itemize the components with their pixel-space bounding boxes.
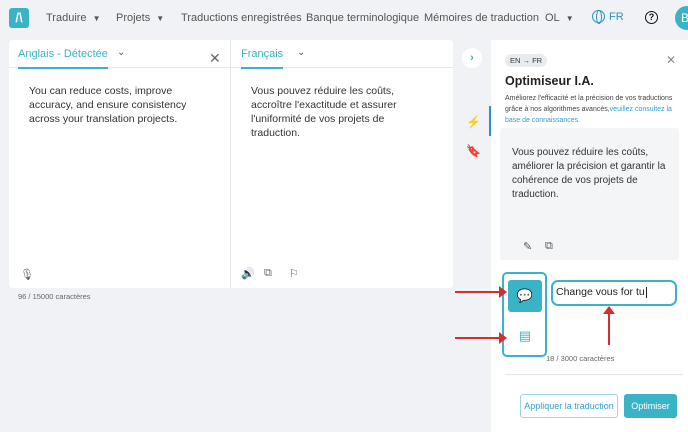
instruction-char-count: 18 / 3000 caractères (546, 354, 615, 363)
annotation-arrow (455, 286, 507, 298)
top-navigation: /\ Traduire ▼ Projets ▼ Traductions enregi… (0, 0, 688, 36)
avatar[interactable]: B (675, 6, 688, 30)
target-pane-header: Français ⌄ (231, 40, 453, 69)
optimized-result: Vous pouvez réduire les coûts, améliorer… (500, 128, 679, 260)
edit-icon[interactable]: ✎ (523, 240, 532, 253)
target-language-tab[interactable]: Français (241, 48, 284, 69)
side-rail: › ⚡ 🔖 (454, 40, 491, 432)
text-caret (645, 286, 647, 298)
interface-language-label: FR (609, 10, 624, 23)
globe-icon (592, 10, 605, 24)
glossary-list-icon[interactable]: ▤ (508, 320, 542, 352)
bookmark-add-icon[interactable]: ⚐ (289, 267, 299, 280)
nav-label: Projets (116, 12, 151, 24)
apply-translation-button[interactable]: Appliquer la traduction (520, 394, 618, 418)
annotation-arrow (603, 306, 615, 345)
nav-saved-translations[interactable]: Traductions enregistrées (181, 12, 302, 24)
optimizer-mode-tools: 💬 ▤ (502, 272, 547, 357)
chevron-down-icon: ▼ (565, 14, 574, 23)
annotation-arrow (455, 332, 507, 344)
nav-label: Traduire (46, 12, 87, 24)
divider (505, 374, 683, 375)
nav-term-bank[interactable]: Banque terminologique (306, 12, 419, 24)
translation-panels: Anglais - Détectée ⌄ ✕ You can reduce co… (9, 40, 453, 288)
chevron-down-icon: ▼ (156, 14, 165, 23)
clear-source-icon[interactable]: ✕ (209, 50, 221, 67)
instruction-value: Change vous for tu (556, 286, 645, 298)
source-text[interactable]: You can reduce costs, improve accuracy, … (29, 84, 204, 126)
nav-projets[interactable]: Projets ▼ (116, 12, 164, 24)
nav-translation-memories[interactable]: Mémoires de traduction (424, 12, 539, 24)
chevron-down-icon: ▼ (92, 14, 101, 23)
optimizer-title: Optimiseur I.A. (505, 74, 594, 88)
chat-instruction-icon[interactable]: 💬 (508, 280, 542, 312)
optimizer-description: Améliorez l'efficacité et la précision d… (505, 93, 685, 126)
interface-language-button[interactable]: FR (592, 10, 624, 24)
source-char-count: 96 / 15000 caractères (18, 292, 91, 301)
bookmark-icon[interactable]: 🔖 (466, 144, 481, 158)
speaker-icon[interactable]: 🔊 (241, 267, 255, 280)
target-pane: Français ⌄ Vous pouvez réduire les coûts… (231, 40, 453, 288)
nav-ol[interactable]: OL ▼ (545, 12, 574, 24)
instruction-input[interactable]: Change vous for tu (551, 280, 677, 306)
target-text: Vous pouvez réduire les coûts, accroître… (251, 85, 397, 139)
lightning-icon[interactable]: ⚡ (466, 115, 481, 129)
optimized-text: Vous pouvez réduire les coûts, améliorer… (512, 147, 666, 200)
source-pane-header: Anglais - Détectée ⌄ (9, 40, 230, 69)
collapse-panel-button[interactable]: › (462, 48, 482, 68)
microphone-icon[interactable]: 🎙 (20, 268, 34, 281)
optimize-button[interactable]: Optimiser (624, 394, 677, 418)
nav-label: OL (545, 12, 560, 24)
copy-icon[interactable]: ⧉ (545, 240, 553, 253)
close-icon[interactable]: ✕ (666, 53, 676, 67)
app-logo[interactable]: /\ (9, 8, 29, 28)
chevron-down-icon[interactable]: ⌄ (117, 47, 125, 58)
language-direction-badge: EN → FR (505, 54, 548, 67)
help-icon[interactable]: ? (645, 11, 658, 24)
nav-traduire[interactable]: Traduire ▼ (46, 12, 100, 24)
chevron-down-icon[interactable]: ⌄ (297, 47, 305, 58)
source-language-tab[interactable]: Anglais - Détectée (18, 48, 108, 69)
source-pane: Anglais - Détectée ⌄ ✕ You can reduce co… (9, 40, 231, 288)
copy-icon[interactable]: ⧉ (264, 267, 272, 280)
